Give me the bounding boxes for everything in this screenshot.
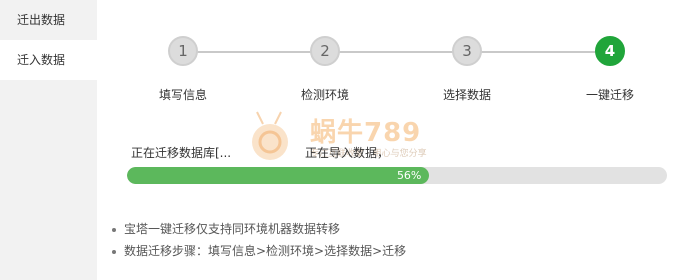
bullet-icon	[112, 227, 116, 232]
step-label: 选择数据	[442, 88, 491, 102]
progress-fill: 56%	[127, 167, 430, 184]
step-label: 填写信息	[158, 88, 207, 102]
migration-status: 正在迁移数据库[... 正在导入数据，	[131, 144, 389, 161]
tip-text: 宝塔一键迁移仅支持同环境机器数据转移	[124, 222, 341, 236]
progress-bar: 56%	[127, 167, 667, 184]
sidebar-item-import[interactable]: 迁入数据	[0, 40, 97, 80]
status-sub-text: 正在导入数据，	[304, 146, 389, 160]
step-1: 1 填写信息	[133, 36, 233, 103]
sidebar-item-export[interactable]: 迁出数据	[0, 0, 97, 40]
step-label: 检测环境	[300, 88, 349, 102]
step-3: 3 选择数据	[417, 36, 517, 103]
step-2: 2 检测环境	[275, 36, 375, 103]
step-indicator: 1 填写信息 2 检测环境 3 选择数据 4 一键迁移	[97, 0, 691, 110]
step-label: 一键迁移	[585, 88, 634, 102]
step-number: 2	[310, 36, 340, 66]
status-main-text: 正在迁移数据库[...	[131, 146, 232, 160]
step-number: 1	[168, 36, 198, 66]
step-number: 3	[452, 36, 482, 66]
tips-list: 宝塔一键迁移仅支持同环境机器数据转移 数据迁移步骤：填写信息>检测环境>选择数据…	[112, 218, 406, 262]
list-item: 宝塔一键迁移仅支持同环境机器数据转移	[112, 218, 406, 240]
step-4: 4 一键迁移	[560, 36, 660, 103]
list-item: 数据迁移步骤：填写信息>检测环境>选择数据>迁移	[112, 240, 406, 262]
sidebar: 迁出数据 迁入数据	[0, 0, 97, 280]
step-number: 4	[595, 36, 625, 66]
progress-percent: 56%	[396, 169, 422, 182]
tip-text: 数据迁移步骤：填写信息>检测环境>选择数据>迁移	[124, 244, 407, 258]
bullet-icon	[112, 249, 116, 254]
watermark: 蜗牛789 专注互联收藏 · 用心与您分享	[225, 110, 465, 170]
